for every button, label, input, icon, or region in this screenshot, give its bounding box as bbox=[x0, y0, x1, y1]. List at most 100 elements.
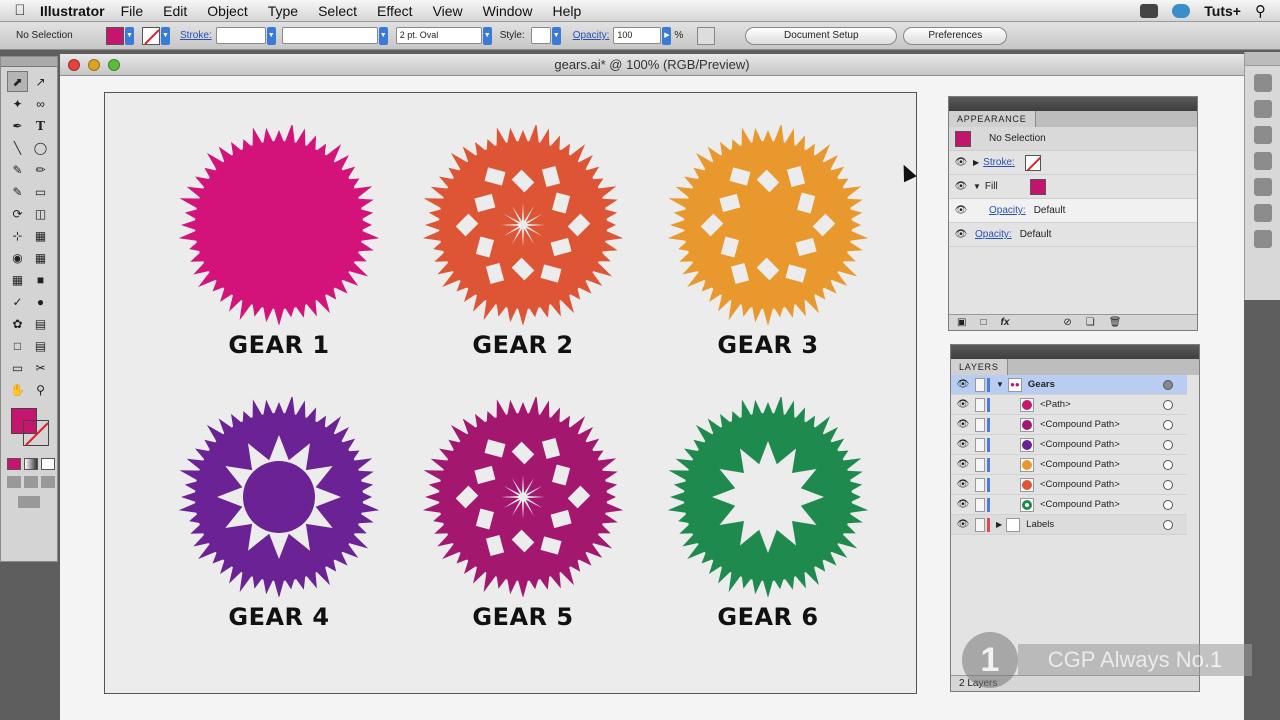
eraser-tool-icon[interactable]: ▭ bbox=[30, 181, 51, 202]
minimize-icon[interactable] bbox=[88, 59, 100, 71]
lock-toggle[interactable] bbox=[975, 457, 985, 472]
opacity-link[interactable]: Opacity: bbox=[975, 229, 1012, 240]
spotlight-icon[interactable]: ⚲ bbox=[1255, 2, 1266, 20]
gear-1-graphic[interactable] bbox=[179, 125, 379, 325]
delete-item-icon[interactable]: 🗑 bbox=[1109, 317, 1122, 328]
eye-icon[interactable]: 👁 bbox=[956, 478, 970, 492]
line-tool-icon[interactable]: ╲ bbox=[7, 137, 28, 158]
eye-icon[interactable]: 👁 bbox=[956, 418, 970, 432]
layer-name[interactable]: <Compound Path> bbox=[1040, 459, 1120, 470]
gear-3[interactable]: GEAR 3 bbox=[668, 125, 868, 359]
fill-opacity-link[interactable]: Opacity: bbox=[989, 205, 1026, 216]
layer-target-icon[interactable] bbox=[1163, 399, 1173, 410]
layer-row-compound-path[interactable]: 👁 <Compound Path> bbox=[951, 495, 1187, 515]
dock-header[interactable] bbox=[1245, 52, 1280, 66]
globe-icon[interactable] bbox=[1172, 3, 1191, 18]
appearance-fill-row[interactable]: 👁 ▼ Fill bbox=[949, 175, 1197, 199]
add-stroke-icon[interactable]: ▣ bbox=[957, 317, 966, 328]
menu-effect[interactable]: Effect bbox=[377, 3, 413, 19]
gear-2[interactable]: GEAR 2 bbox=[423, 125, 623, 359]
swatches-icon[interactable] bbox=[1253, 126, 1272, 144]
club-icon[interactable] bbox=[1253, 230, 1272, 248]
artboard-tool-icon[interactable]: □ bbox=[7, 335, 28, 356]
lock-toggle[interactable] bbox=[975, 497, 985, 512]
pencil-tool-icon[interactable]: ✏ bbox=[30, 159, 51, 180]
lock-toggle[interactable] bbox=[975, 417, 985, 432]
gear-5[interactable]: GEAR 5 bbox=[423, 397, 623, 631]
gradient-mode-icon[interactable] bbox=[24, 458, 38, 470]
add-fill-icon[interactable]: □ bbox=[980, 317, 986, 328]
shape-builder-tool-icon[interactable]: ◉ bbox=[7, 247, 28, 268]
eye-icon[interactable]: 👁 bbox=[956, 378, 970, 392]
stroke-color-icon[interactable] bbox=[23, 420, 49, 446]
appearance-tab[interactable]: APPEARANCE bbox=[949, 111, 1036, 127]
layer-target-icon[interactable] bbox=[1163, 479, 1173, 490]
stroke-dropdown-icon[interactable]: ▼ bbox=[161, 26, 170, 45]
eye-icon[interactable]: 👁 bbox=[956, 498, 970, 512]
stroke-weight-field[interactable] bbox=[215, 27, 266, 44]
eye-icon[interactable]: 👁 bbox=[954, 228, 968, 242]
eye-icon[interactable]: 👁 bbox=[956, 518, 970, 532]
mesh-tool-icon[interactable]: ▦ bbox=[7, 269, 28, 290]
layer-target-icon[interactable] bbox=[1163, 459, 1173, 470]
appearance-stroke-link[interactable]: Stroke: bbox=[983, 157, 1015, 168]
eye-icon[interactable]: 👁 bbox=[956, 438, 970, 452]
layer-name[interactable]: Labels bbox=[1026, 519, 1054, 530]
clear-appearance-icon[interactable]: ⊘ bbox=[1063, 317, 1071, 328]
menu-help[interactable]: Help bbox=[552, 3, 581, 19]
lock-toggle[interactable] bbox=[975, 477, 985, 492]
draw-normal-icon[interactable] bbox=[7, 476, 21, 488]
layer-row-labels[interactable]: 👁 ▶ Labels bbox=[951, 515, 1187, 535]
selection-tool-icon[interactable]: ⬈ bbox=[7, 71, 28, 92]
layer-name[interactable]: <Compound Path> bbox=[1040, 479, 1120, 490]
blob-brush-tool-icon[interactable]: ✎ bbox=[7, 181, 28, 202]
lasso-tool-icon[interactable]: ∞ bbox=[30, 93, 51, 114]
draw-behind-icon[interactable] bbox=[24, 476, 38, 488]
eye-icon[interactable]: 👁 bbox=[956, 398, 970, 412]
variable-width-dropdown-icon[interactable]: ▼ bbox=[378, 26, 388, 45]
close-icon[interactable] bbox=[68, 59, 80, 71]
color-guide-icon[interactable] bbox=[1253, 74, 1272, 92]
layer-row-path[interactable]: 👁 <Path> bbox=[951, 395, 1187, 415]
disclosure-icon[interactable]: ▶ bbox=[973, 158, 979, 167]
gear-5-graphic[interactable] bbox=[423, 397, 623, 597]
layer-row-compound-path[interactable]: 👁 <Compound Path> bbox=[951, 455, 1187, 475]
gear-2-graphic[interactable] bbox=[423, 125, 623, 325]
layer-name[interactable]: <Compound Path> bbox=[1040, 439, 1120, 450]
layer-row-compound-path[interactable]: 👁 <Compound Path> bbox=[951, 475, 1187, 495]
variable-width-field[interactable] bbox=[281, 27, 378, 44]
scissors-tool-icon[interactable]: ✂ bbox=[30, 357, 51, 378]
layer-target-icon[interactable] bbox=[1163, 379, 1173, 390]
symbol-sprayer-tool-icon[interactable]: ✿ bbox=[7, 313, 28, 334]
menu-type[interactable]: Type bbox=[268, 3, 298, 19]
lock-toggle[interactable] bbox=[975, 377, 985, 392]
appearance-stroke-row[interactable]: 👁 ▶ Stroke: bbox=[949, 151, 1197, 175]
menu-view[interactable]: View bbox=[433, 3, 463, 19]
appearance-fill-opacity-row[interactable]: 👁 Opacity: Default bbox=[949, 199, 1197, 223]
hand-tool-icon[interactable]: ✋ bbox=[7, 379, 28, 400]
eye-icon[interactable]: 👁 bbox=[954, 156, 968, 170]
appearance-stroke-swatch[interactable] bbox=[1024, 154, 1041, 171]
gear-4-graphic[interactable] bbox=[179, 397, 379, 597]
layer-target-icon[interactable] bbox=[1163, 499, 1173, 510]
zoom-tool-icon[interactable]: ⚲ bbox=[30, 379, 51, 400]
disclosure-open-icon[interactable]: ▼ bbox=[973, 182, 981, 191]
draw-inside-icon[interactable] bbox=[41, 476, 55, 488]
fill-dropdown-icon[interactable]: ▼ bbox=[125, 26, 134, 45]
eye-icon[interactable]: 👁 bbox=[954, 204, 968, 218]
appearance-panel-header[interactable] bbox=[949, 97, 1197, 111]
layer-name[interactable]: <Compound Path> bbox=[1040, 499, 1120, 510]
gear-4[interactable]: GEAR 4 bbox=[179, 397, 379, 631]
user-menu[interactable]: Tuts+ bbox=[1204, 3, 1241, 19]
artboard[interactable]: GEAR 1 GEAR 2 GEAR 3 GEAR 4 GEAR 5 GEAR … bbox=[104, 92, 917, 694]
rotate-tool-icon[interactable]: ⟳ bbox=[7, 203, 28, 224]
paintbrush-tool-icon[interactable]: ✎ bbox=[7, 159, 28, 180]
apple-icon[interactable]:  bbox=[0, 2, 40, 19]
direct-selection-tool-icon[interactable]: ↗ bbox=[30, 71, 51, 92]
blend-tool-icon[interactable]: ● bbox=[30, 291, 51, 312]
appearance-fill-swatch[interactable] bbox=[1029, 178, 1046, 195]
menu-object[interactable]: Object bbox=[207, 3, 247, 19]
pen-tool-icon[interactable]: ✒ bbox=[7, 115, 28, 136]
brushes-icon[interactable] bbox=[1253, 152, 1272, 170]
lock-toggle[interactable] bbox=[975, 397, 985, 412]
